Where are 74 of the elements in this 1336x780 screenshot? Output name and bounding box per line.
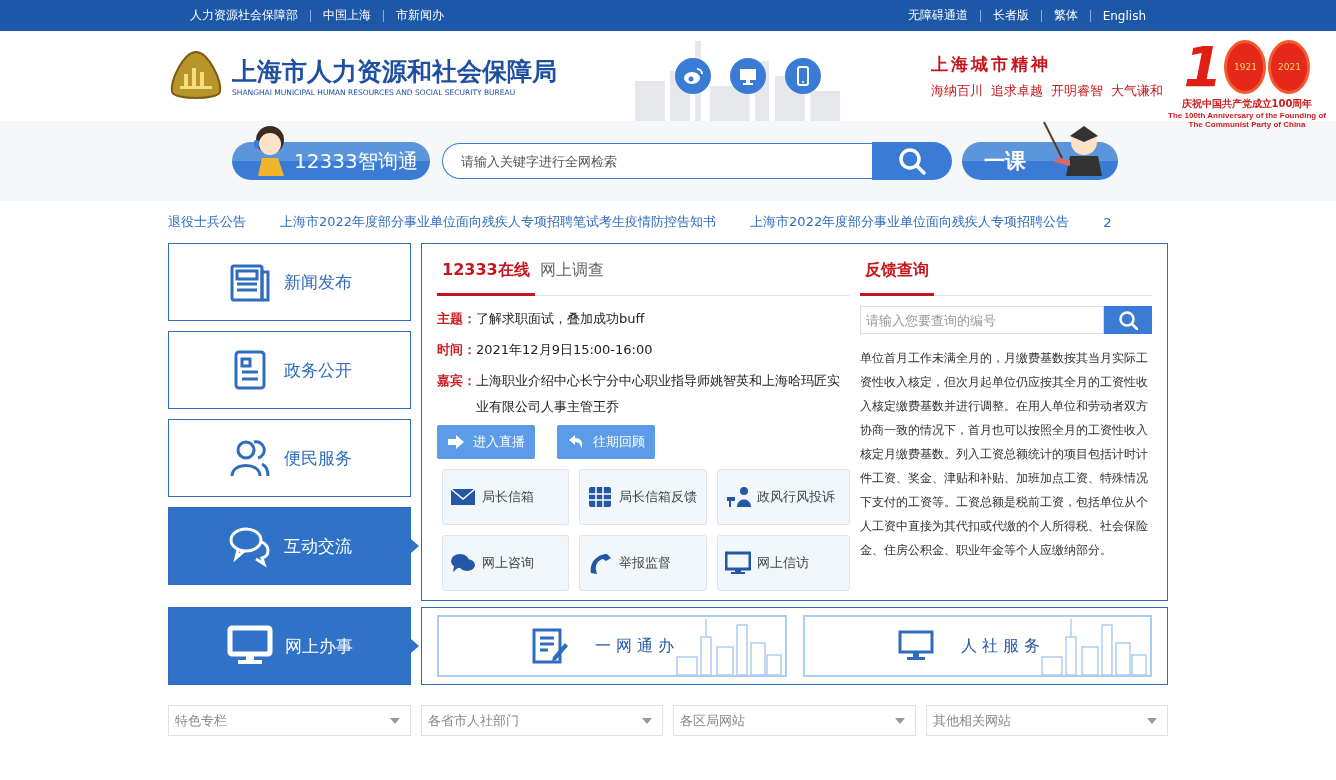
service-tile[interactable]: 政风行风投诉: [717, 469, 850, 525]
search-field[interactable]: 请输入关键字进行全网检索: [442, 143, 872, 179]
service-tile[interactable]: 举报监督: [579, 535, 707, 591]
field-label: 嘉宾：: [437, 372, 476, 390]
service-tile[interactable]: 网上咨询: [442, 535, 569, 591]
calendar-icon: [587, 485, 613, 509]
nav-item[interactable]: 互动交流: [168, 507, 411, 585]
dropdown[interactable]: 特色专栏: [168, 705, 411, 736]
emblem-digit: 1: [1183, 39, 1223, 95]
emblem-caption: The 100th Anniversary of the Founding of: [1168, 111, 1326, 120]
top-link[interactable]: 人力资源社会保障部: [178, 7, 310, 24]
caret-icon: [1147, 717, 1157, 724]
weibo-icon[interactable]: [675, 58, 711, 94]
search-icon: [897, 146, 927, 176]
caret-icon: [389, 717, 400, 724]
dropdown[interactable]: 其他相关网站: [925, 705, 1168, 736]
tab[interactable]: 12333在线: [437, 260, 535, 296]
nav-item[interactable]: 政务公开: [168, 331, 411, 409]
query-field[interactable]: 请输入您要查询的编号: [860, 306, 1104, 334]
nav-item[interactable]: 便民服务: [168, 419, 411, 497]
top-link[interactable]: 繁体: [1041, 7, 1090, 24]
slogan-title: 上海城市精神: [931, 52, 1052, 76]
chat-icon: [450, 551, 476, 575]
emblem-year: 2021: [1268, 40, 1311, 94]
search-button[interactable]: [872, 142, 952, 180]
emblem-caption: 庆祝中国共产党成立100周年: [1181, 97, 1313, 111]
caret-icon: [894, 717, 905, 724]
assistant-button[interactable]: 12333智询通: [232, 142, 430, 180]
info-paragraph: 单位首月工作未满全月的，月缴费基数按其当月实际工资性收入核定，但次月起单位仍应按其全月的工资性收入核定缴费基数并进行调整。在用人单位和劳动者双方协商一致的情况下，首月也可以按照全月的工资性收入核定月缴费基数。列入工资总额统计的项目包括计时计件工资、奖金、津贴和补贴、加班加点工资、特殊情况下支付的工资等。工资总额是税前工资，包括单位从个人工资中直接为其代扣或代缴的个人所得税、社会保险金、住房公积金、职业年金等个人应缴纳部分。: [860, 350, 1149, 559]
site-title: 上海市人力资源和社会保障局: [232, 56, 557, 88]
service-tile[interactable]: 网上信访: [717, 535, 850, 591]
field-value: 了解求职面试，叠加成功buff: [476, 310, 646, 328]
pointer-icon: [411, 639, 419, 653]
search-icon: [1118, 310, 1138, 330]
slogan-word: 海纳百川: [931, 81, 983, 100]
monitor-icon: [725, 551, 751, 575]
slogan-word: 大气谦和: [1111, 81, 1163, 100]
phone-icon[interactable]: [785, 58, 821, 94]
undo-icon: [567, 434, 585, 450]
field-value: 上海职业介绍中心长宁分中心职业指导师姚智英和上海哈玛匠实业有限公司人事主管王乔: [476, 372, 841, 416]
pointer-icon: [411, 539, 419, 553]
news-link[interactable]: 上海市2022年度部分事业单位面向残疾人专项招聘笔试考生疫情防控告知书: [280, 213, 717, 231]
top-link[interactable]: 无障碍通道: [895, 7, 980, 24]
news-link[interactable]: 退役士兵公告: [168, 213, 246, 231]
monitor-icon[interactable]: [730, 58, 766, 94]
nav-item[interactable]: 新闻发布: [168, 243, 411, 321]
emblem-caption: The Communist Party of China: [1188, 120, 1306, 129]
top-link[interactable]: English: [1090, 8, 1158, 23]
service-banner[interactable]: 人 社 服 务: [802, 615, 1152, 677]
dropdown[interactable]: 各省市人社部门: [420, 705, 663, 736]
logo-icon[interactable]: [168, 50, 224, 102]
service-tile[interactable]: 局长信箱: [442, 469, 569, 525]
emblem-year: 1921: [1224, 40, 1267, 94]
dropdown[interactable]: 各区局网站: [673, 705, 916, 736]
feedback-title: 反馈查询: [860, 260, 934, 296]
field-value: 2021年12月9日15:00-16:00: [476, 341, 654, 359]
slogan-word: 追求卓越: [991, 81, 1043, 100]
field-label: 时间：: [437, 341, 476, 359]
service-banner[interactable]: 一 网 通 办: [437, 615, 787, 677]
speaker-icon: [725, 485, 751, 509]
service-tile[interactable]: 局长信箱反馈: [579, 469, 707, 525]
form-icon: [531, 627, 569, 665]
top-link[interactable]: 长者版: [980, 7, 1041, 24]
slogan-word: 开明睿智: [1051, 81, 1103, 100]
tab[interactable]: 网上调查: [534, 260, 609, 296]
arrow-icon: [447, 434, 465, 450]
field-label: 主题：: [437, 310, 476, 328]
news-link[interactable]: 2: [1103, 214, 1112, 230]
nav-item[interactable]: 网上办事: [168, 607, 411, 685]
search-button[interactable]: [1104, 306, 1152, 334]
top-link[interactable]: 中国上海: [311, 7, 383, 24]
news-link[interactable]: 上海市2022年度部分事业单位面向残疾人专项招聘公告: [750, 213, 1070, 231]
caret-icon: [642, 717, 652, 724]
top-link[interactable]: 市新闻办: [384, 7, 456, 24]
